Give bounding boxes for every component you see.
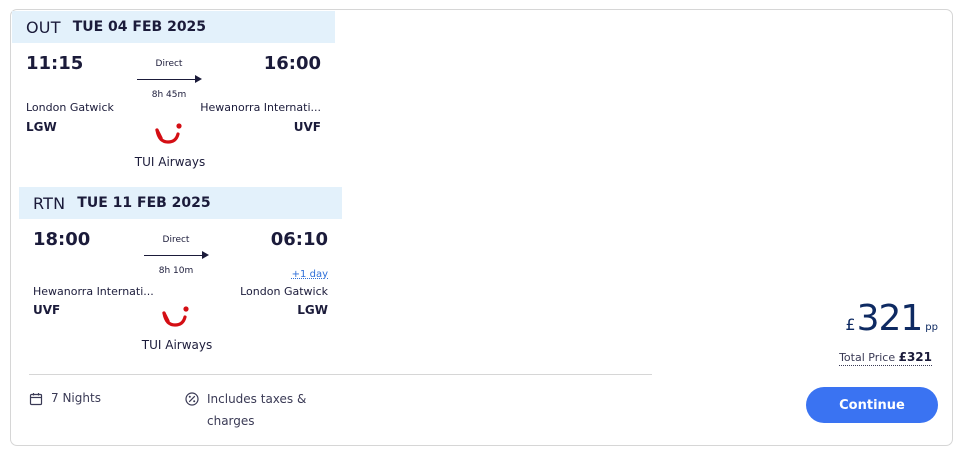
- outbound-times: 11:15 Direct 8h 45m 16:00 London Gatwick…: [12, 43, 327, 169]
- nights-info: 7 Nights: [29, 391, 101, 406]
- return-date: TUE 11 FEB 2025: [77, 195, 211, 211]
- outbound-stops: Direct: [155, 59, 183, 69]
- flight-result-card: OUT TUE 04 FEB 2025 11:15 Direct 8h 45m …: [10, 9, 953, 446]
- return-airline: TUI Airways: [141, 338, 213, 352]
- return-departure-time: 18:00: [33, 229, 91, 250]
- arrow-right-icon: [202, 251, 209, 259]
- continue-button[interactable]: Continue: [806, 387, 938, 423]
- taxes-info: Includes taxes & charges: [185, 391, 317, 432]
- outbound-leg: OUT TUE 04 FEB 2025 11:15 Direct 8h 45m …: [12, 11, 335, 169]
- outbound-departure-airport: London Gatwick: [26, 101, 114, 114]
- nights-label: 7 Nights: [51, 391, 101, 405]
- outbound-arrival-airport: Hewanorra Internati...: [200, 101, 321, 114]
- arrow-right-icon: [195, 75, 202, 83]
- return-arrival-time: 06:10: [270, 229, 328, 250]
- tui-logo-icon: [162, 306, 189, 327]
- total-price-value: £321: [898, 350, 932, 364]
- return-departure-code: UVF: [33, 303, 61, 317]
- outbound-departure-code: LGW: [26, 120, 57, 134]
- outbound-airline: TUI Airways: [134, 155, 206, 169]
- price-per-person: £ 321 pp: [845, 298, 938, 339]
- taxes-label: Includes taxes & charges: [207, 392, 307, 428]
- outbound-arrival-time: 16:00: [263, 53, 321, 74]
- percent-icon: [185, 392, 199, 406]
- return-times: 18:00 Direct 8h 10m 06:10 +1 day Hewanor…: [19, 219, 334, 352]
- return-direction: RTN: [33, 193, 66, 213]
- return-leg: RTN TUE 11 FEB 2025 18:00 Direct 8h 10m …: [19, 187, 342, 352]
- price-amount: 321: [856, 298, 924, 339]
- calendar-icon: [29, 393, 43, 406]
- total-price[interactable]: Total Price £321: [839, 350, 932, 366]
- return-arrival-code: LGW: [297, 303, 328, 317]
- return-stops: Direct: [162, 235, 190, 245]
- total-price-label: Total Price: [839, 351, 899, 364]
- return-duration: 8h 10m: [158, 266, 194, 276]
- plus-day-link[interactable]: +1 day: [292, 269, 328, 280]
- price-unit: pp: [925, 322, 938, 333]
- outbound-arrival-code: UVF: [293, 120, 321, 134]
- footer-divider: [29, 374, 652, 375]
- outbound-date: TUE 04 FEB 2025: [72, 19, 207, 35]
- price-currency: £: [845, 315, 856, 334]
- return-arrival-airport: London Gatwick: [240, 285, 328, 298]
- outbound-duration: 8h 45m: [151, 90, 187, 100]
- return-departure-airport: Hewanorra Internati...: [33, 285, 154, 298]
- return-header: RTN TUE 11 FEB 2025: [19, 187, 342, 219]
- outbound-route-line: [137, 79, 199, 80]
- return-route-line: [144, 255, 206, 256]
- outbound-direction: OUT: [26, 17, 61, 37]
- outbound-header: OUT TUE 04 FEB 2025: [12, 11, 335, 43]
- outbound-departure-time: 11:15: [26, 53, 84, 74]
- tui-logo-icon: [155, 123, 182, 144]
